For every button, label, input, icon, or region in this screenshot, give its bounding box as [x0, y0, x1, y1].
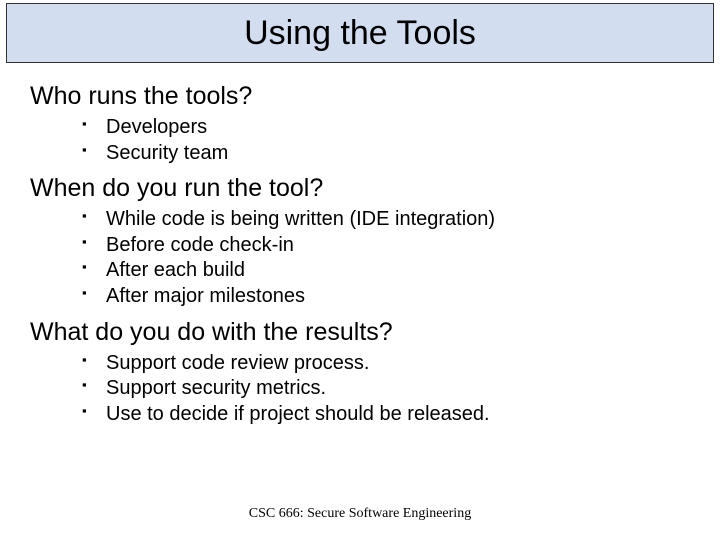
bullet-list: Developers Security team: [30, 115, 700, 166]
list-item: Security team: [30, 141, 700, 167]
slide: Using the Tools Who runs the tools? Deve…: [0, 0, 720, 540]
list-item: After major milestones: [30, 284, 700, 310]
list-item: Before code check-in: [30, 233, 700, 259]
bullet-list: While code is being written (IDE integra…: [30, 207, 700, 309]
list-item: Developers: [30, 115, 700, 141]
slide-title: Using the Tools: [244, 14, 476, 53]
list-item: Support security metrics.: [30, 376, 700, 402]
list-item: While code is being written (IDE integra…: [30, 207, 700, 233]
list-item: Support code review process.: [30, 351, 700, 377]
list-item: Use to decide if project should be relea…: [30, 402, 700, 428]
list-item: After each build: [30, 258, 700, 284]
section-heading: Who runs the tools?: [30, 82, 700, 111]
title-bar: Using the Tools: [6, 3, 714, 63]
slide-body: Who runs the tools? Developers Security …: [30, 80, 700, 435]
slide-footer: CSC 666: Secure Software Engineering: [0, 506, 720, 522]
section-heading: What do you do with the results?: [30, 318, 700, 347]
bullet-list: Support code review process. Support sec…: [30, 351, 700, 428]
section-heading: When do you run the tool?: [30, 174, 700, 203]
